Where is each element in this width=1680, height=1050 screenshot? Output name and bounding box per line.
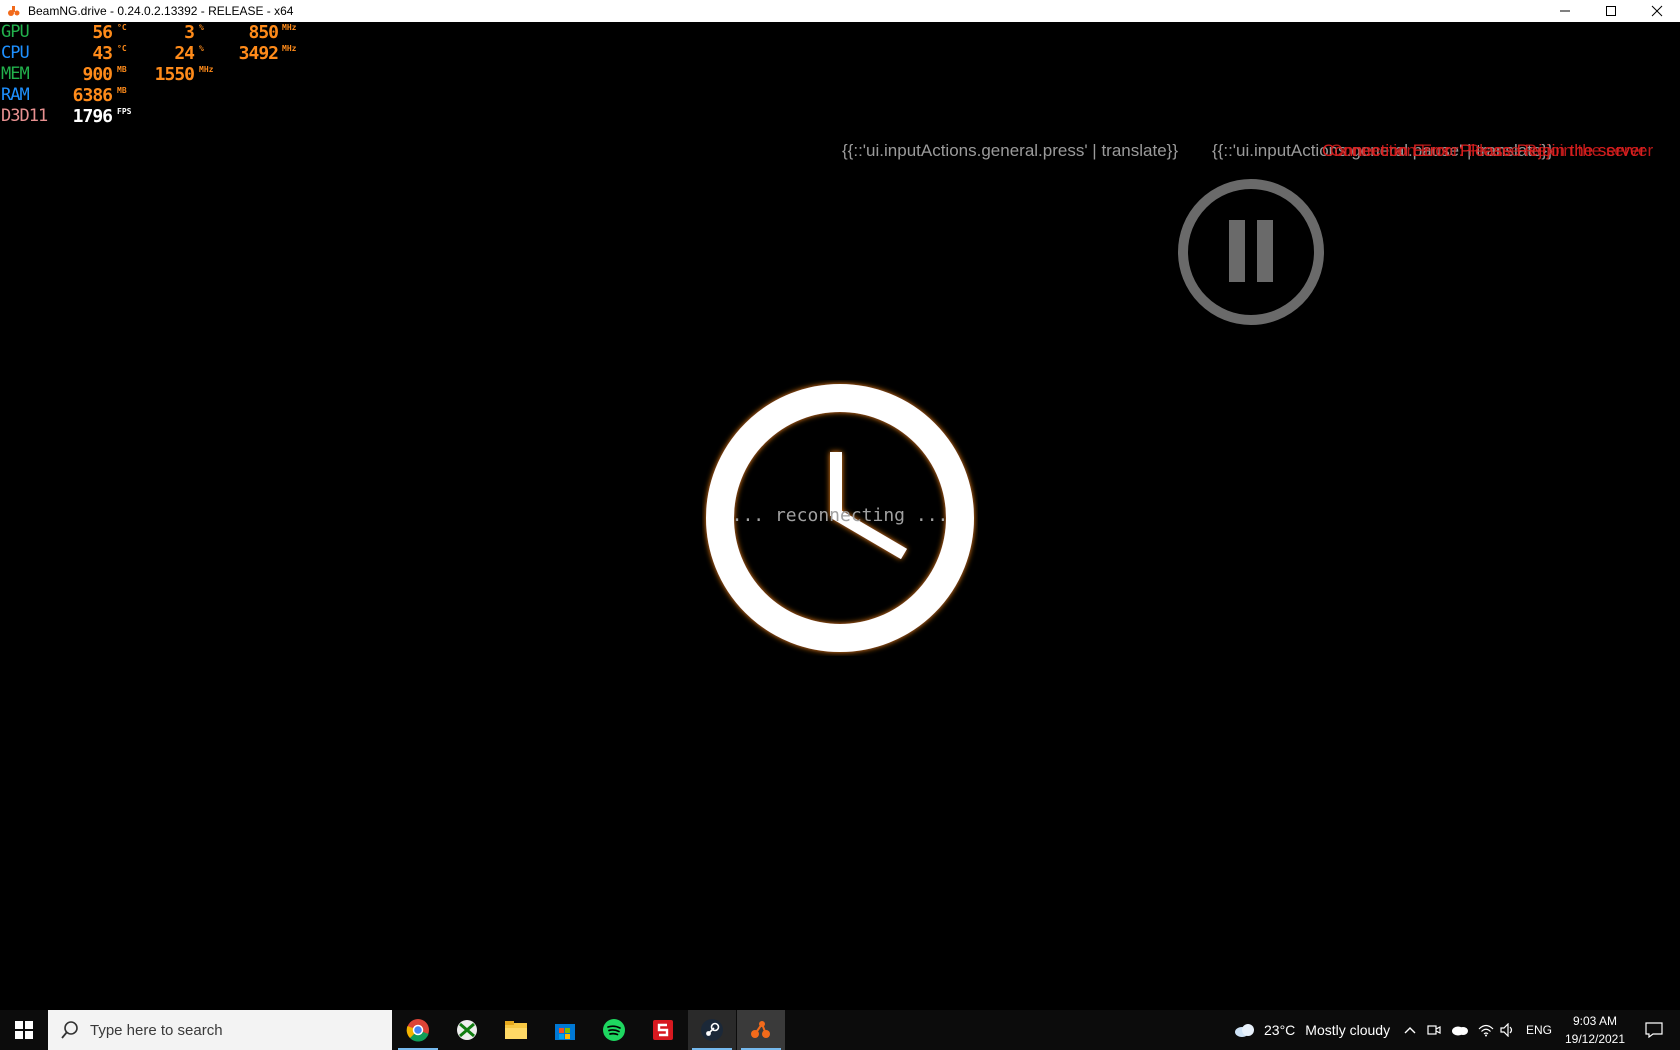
gpu-load: 3 — [184, 22, 195, 43]
taskbar-red-app[interactable] — [639, 1010, 687, 1050]
mem-used: 900 — [82, 64, 113, 85]
start-button[interactable] — [0, 1010, 48, 1050]
cpu-clock-unit: MHz — [282, 44, 297, 53]
cpu-temp: 43 — [92, 43, 113, 64]
cpu-load: 24 — [174, 43, 195, 64]
fps-unit: FPS — [117, 107, 132, 116]
reconnecting-status: ... reconnecting ... — [731, 505, 949, 526]
taskbar-chrome[interactable] — [394, 1010, 442, 1050]
speaker-icon — [1500, 1023, 1513, 1037]
fps-value: 1796 — [72, 106, 113, 127]
cpu-load-unit: % — [199, 44, 204, 53]
perf-row-cpu: CPU 43 °C 24 % 3492 MHz — [0, 43, 320, 64]
perf-row-api: D3D11 1796 FPS — [0, 106, 320, 127]
performance-overlay: GPU 56 °C 3 % 850 MHz CPU 43 °C 24 % 349… — [0, 22, 320, 127]
beamng-app-icon — [6, 3, 22, 19]
taskbar-beamng[interactable] — [737, 1010, 785, 1050]
connection-error-text-overlap: Connection Error: Please Rejoin the serv… — [1330, 141, 1654, 160]
show-hidden-icons[interactable] — [1403, 1010, 1417, 1050]
windows-icon — [15, 1021, 33, 1039]
api-label: D3D11 — [1, 106, 48, 126]
onedrive-icon — [1452, 1026, 1468, 1036]
window-title-bar: BeamNG.drive - 0.24.0.2.13392 - RELEASE … — [0, 0, 1680, 22]
tray-onedrive[interactable] — [1451, 1010, 1469, 1050]
taskbar-store[interactable] — [541, 1010, 589, 1050]
mem-clock: 1550 — [154, 64, 195, 85]
clock-date: 19/12/2021 — [1564, 1032, 1626, 1046]
notification-icon — [1645, 1022, 1663, 1038]
chevron-up-icon — [1404, 1027, 1416, 1034]
taskbar-steam[interactable] — [688, 1010, 736, 1050]
maximize-button[interactable] — [1588, 0, 1634, 22]
tray-meet-now[interactable] — [1427, 1010, 1441, 1050]
app-red-icon — [653, 1020, 673, 1040]
mem-label: MEM — [1, 64, 30, 84]
pause-icon[interactable] — [1176, 177, 1326, 327]
chrome-icon — [406, 1019, 429, 1042]
gpu-temp-unit: °C — [117, 23, 127, 32]
taskbar-search-box[interactable]: Type here to search — [48, 1010, 392, 1050]
weather-widget[interactable]: 23°C Mostly cloudy — [1234, 1010, 1390, 1050]
mem-used-unit: MB — [117, 65, 127, 74]
gpu-label: GPU — [1, 22, 30, 42]
ram-label: RAM — [1, 85, 30, 105]
close-button[interactable] — [1634, 0, 1680, 22]
ram-used-unit: MB — [117, 86, 127, 95]
spotify-icon — [603, 1019, 625, 1041]
cloud-icon — [1235, 1024, 1254, 1037]
language-indicator[interactable]: ENG — [1526, 1010, 1552, 1050]
gpu-temp: 56 — [92, 22, 113, 43]
taskbar-file-explorer[interactable] — [492, 1010, 540, 1050]
window-title: BeamNG.drive - 0.24.0.2.13392 - RELEASE … — [28, 4, 294, 18]
gpu-load-unit: % — [199, 23, 204, 32]
taskbar-spotify[interactable] — [590, 1010, 638, 1050]
search-placeholder: Type here to search — [90, 1021, 223, 1039]
minimize-button[interactable] — [1542, 0, 1588, 22]
cpu-clock: 3492 — [238, 43, 279, 64]
store-icon — [555, 1024, 575, 1040]
tray-volume[interactable] — [1500, 1010, 1516, 1050]
gpu-clock-unit: MHz — [282, 23, 297, 32]
notifications-button[interactable] — [1634, 1010, 1674, 1050]
cpu-temp-unit: °C — [117, 44, 127, 53]
perf-row-ram: RAM 6386 MB — [0, 85, 320, 106]
cpu-label: CPU — [1, 43, 30, 63]
ram-used: 6386 — [72, 85, 113, 106]
steam-icon — [701, 1019, 723, 1041]
mem-clock-unit: MHz — [199, 65, 214, 74]
taskbar-xbox[interactable] — [443, 1010, 491, 1050]
system-clock[interactable]: 9:03 AM 19/12/2021 — [1560, 1012, 1630, 1048]
wifi-icon — [1478, 1024, 1494, 1037]
weather-condition: Mostly cloudy — [1305, 1022, 1391, 1038]
xbox-icon — [457, 1020, 477, 1040]
weather-temp: 23°C — [1264, 1022, 1296, 1038]
taskbar: Type here to search 23°C Mostly cloudy E… — [0, 1010, 1680, 1050]
file-explorer-icon — [505, 1021, 527, 1039]
clock-time: 9:03 AM — [1572, 1014, 1618, 1028]
search-icon — [60, 1020, 80, 1040]
beamng-icon — [751, 1021, 770, 1038]
perf-row-gpu: GPU 56 °C 3 % 850 MHz — [0, 22, 320, 43]
tray-network[interactable] — [1478, 1010, 1494, 1050]
perf-row-mem: MEM 900 MB 1550 MHz — [0, 64, 320, 85]
camera-icon — [1427, 1025, 1441, 1035]
hint-press-text: {{::'ui.inputActions.general.press' | tr… — [842, 141, 1179, 160]
gpu-clock: 850 — [248, 22, 279, 43]
